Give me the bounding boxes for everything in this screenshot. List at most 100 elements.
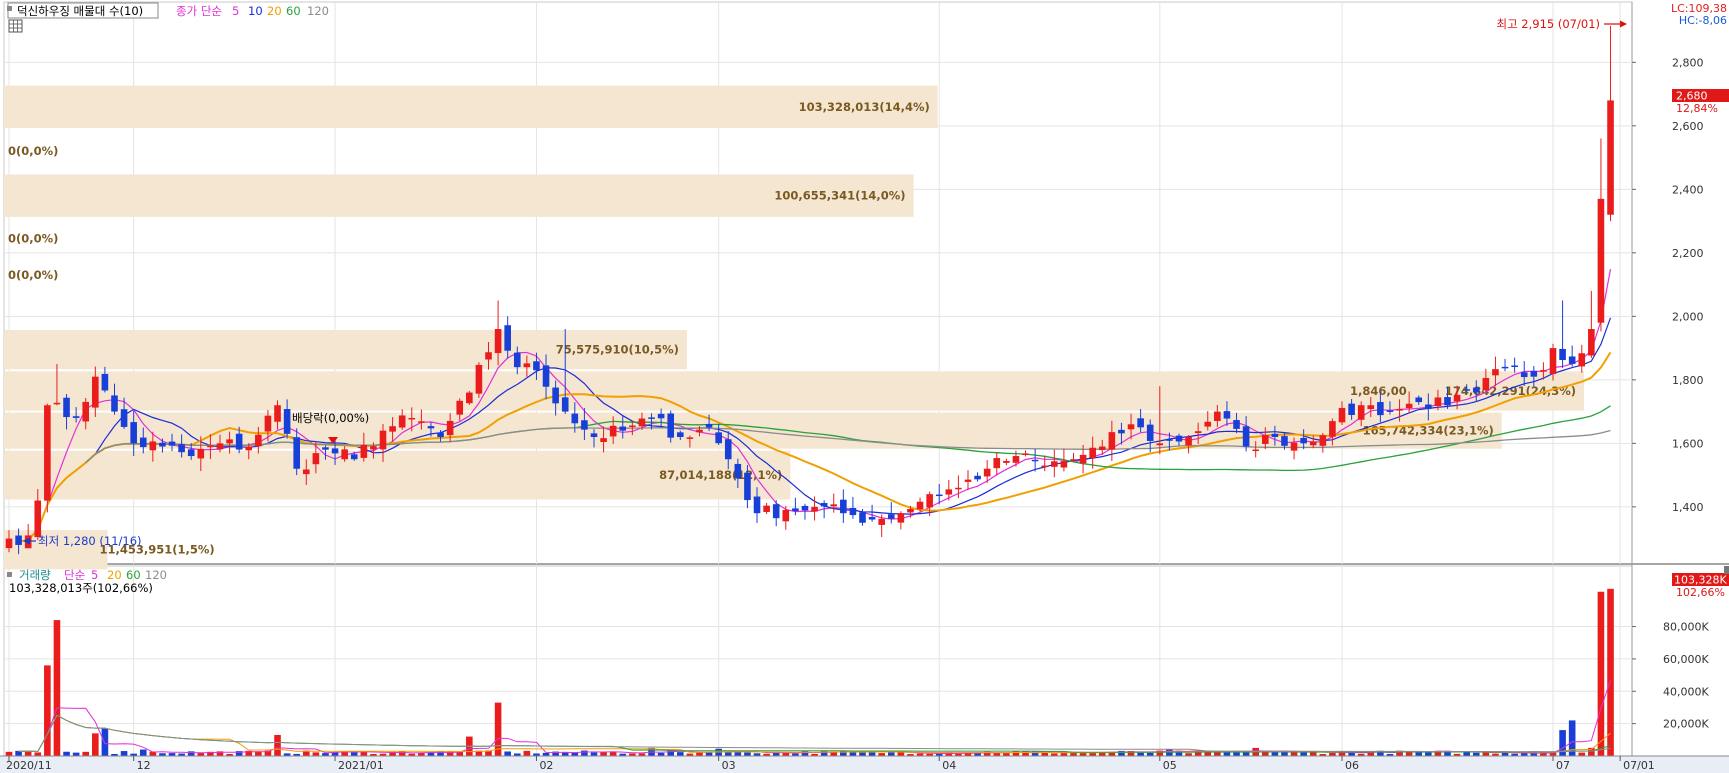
ma5-legend[interactable]: 5 xyxy=(232,4,239,18)
candle-body xyxy=(331,448,339,454)
candle-body xyxy=(63,397,70,418)
candle-body xyxy=(1022,453,1029,455)
ma60-legend[interactable]: 60 xyxy=(286,4,301,18)
candle-body xyxy=(1166,439,1173,441)
volume-tick-label: 80,000K xyxy=(1663,621,1709,634)
candle-body xyxy=(15,535,22,545)
time-tick-label: 07 xyxy=(1556,759,1570,772)
candle-body xyxy=(1319,435,1327,446)
volume-bar xyxy=(1578,752,1586,756)
candle-body xyxy=(418,421,425,423)
dividend-annotation: 배당락(0,00%) xyxy=(292,411,369,425)
candle-body xyxy=(859,512,866,523)
candle-body xyxy=(370,446,377,450)
candle-body xyxy=(1472,387,1480,393)
volume-profile-label: 103,328,013(14,4%) xyxy=(799,100,930,114)
price-tick-label: 1,600 xyxy=(1672,437,1704,450)
candle-body xyxy=(916,501,924,510)
candle-body xyxy=(111,395,118,412)
ma-label[interactable]: 종가 단순 xyxy=(176,4,222,18)
candle-body xyxy=(1425,404,1432,409)
time-tick-label: 04 xyxy=(942,759,956,772)
candle-body xyxy=(849,508,857,516)
ma10-legend[interactable]: 10 xyxy=(248,4,263,18)
volume-bar xyxy=(53,620,61,756)
volume-bar xyxy=(1271,752,1279,756)
ma120-legend[interactable]: 120 xyxy=(307,4,329,18)
volume-profile-label: 0(0,0%) xyxy=(8,144,58,158)
price-tick-label: 2,400 xyxy=(1672,183,1704,196)
candle-body xyxy=(302,469,310,475)
volume-bar xyxy=(600,752,607,756)
candle-body xyxy=(935,494,943,497)
volume-ma-label[interactable]: 단순 xyxy=(64,568,85,582)
volume-bar xyxy=(312,752,320,756)
candle-body xyxy=(830,504,838,507)
candle-body xyxy=(1444,397,1451,406)
candle-body xyxy=(120,409,128,427)
candle-body xyxy=(360,444,368,458)
price-tick-label: 2,600 xyxy=(1672,120,1704,133)
volume-bar xyxy=(101,728,109,756)
candle-body xyxy=(945,489,953,495)
current-change-pct: 12,84% xyxy=(1676,102,1718,115)
candle-body xyxy=(590,433,598,437)
vol-ma120-legend[interactable]: 120 xyxy=(145,568,167,582)
candle-body xyxy=(1118,429,1125,434)
volume-bar xyxy=(1137,752,1144,756)
volume-bar xyxy=(705,752,713,756)
candle-body xyxy=(1329,421,1336,437)
candle-body xyxy=(1492,369,1499,376)
hc-indicator: HC:-8,06 xyxy=(1679,14,1727,27)
candle-body xyxy=(561,397,569,412)
candle-body xyxy=(1079,454,1087,464)
volume-bar xyxy=(63,751,70,756)
candle-body xyxy=(1520,372,1528,378)
candle-body xyxy=(753,496,761,514)
candle-body xyxy=(1137,418,1144,428)
candle-body xyxy=(341,449,348,460)
candle-body xyxy=(1540,370,1547,372)
candle-body xyxy=(887,514,895,519)
table-icon[interactable] xyxy=(8,19,23,33)
time-axis-bg xyxy=(0,756,1729,773)
candle-body xyxy=(1588,329,1595,356)
candle-body xyxy=(926,494,933,508)
vol-ma5-legend[interactable]: 5 xyxy=(91,568,98,582)
candle-body xyxy=(1261,435,1269,444)
candle-body xyxy=(1578,353,1586,367)
volume-profile-label: 75,575,910(10,5%) xyxy=(556,343,679,357)
panel-resize-handle[interactable] xyxy=(1724,566,1729,574)
volume-bar xyxy=(504,751,511,756)
vol-ma60-legend[interactable]: 60 xyxy=(126,568,141,582)
candle-body xyxy=(907,508,914,513)
candle-body xyxy=(840,499,847,514)
candle-body xyxy=(955,487,962,490)
candle-body xyxy=(629,425,636,427)
candle-body xyxy=(1012,456,1020,463)
candle-body xyxy=(878,518,885,525)
volume-bar xyxy=(1501,752,1509,756)
candle-body xyxy=(1348,403,1355,415)
candle-body xyxy=(149,441,157,451)
volume-bar xyxy=(82,751,90,756)
candle-body xyxy=(1405,403,1413,409)
candle-body xyxy=(657,413,665,419)
volume-bar xyxy=(744,752,751,756)
candle-body xyxy=(552,387,559,404)
candle-body xyxy=(600,438,607,443)
ma20-legend[interactable]: 20 xyxy=(267,4,282,18)
candle-body xyxy=(715,432,722,444)
volume-title[interactable]: 거래량 xyxy=(19,568,51,582)
candle-body xyxy=(322,447,329,450)
price-tick-label: 2,800 xyxy=(1672,56,1704,69)
stock-chart[interactable]: 11,453,951(1,5%)87,014,188(12,1%)165,742… xyxy=(0,0,1729,773)
candle-body xyxy=(1300,437,1307,444)
volume-bar xyxy=(1597,591,1605,756)
vol-ma20-legend[interactable]: 20 xyxy=(107,568,122,582)
volume-profile-band xyxy=(4,371,1584,411)
candle-body xyxy=(283,409,291,434)
current-price-label: 1,846,00 xyxy=(1350,384,1407,398)
candle-body xyxy=(72,416,80,418)
volume-bar xyxy=(1607,588,1614,756)
